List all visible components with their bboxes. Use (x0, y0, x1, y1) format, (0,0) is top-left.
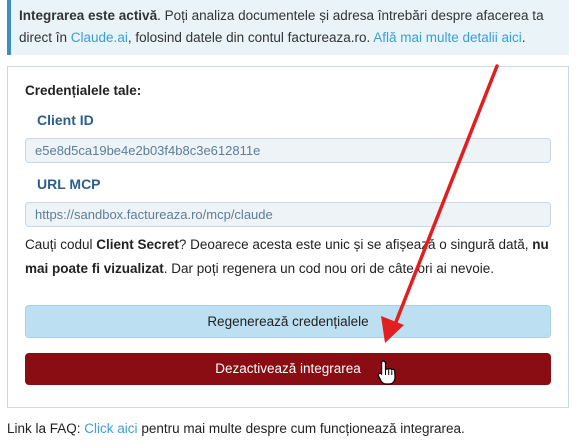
details-link[interactable]: Află mai multe detalii aici (373, 30, 522, 45)
integration-status-banner: Integrarea este activă. Poți analiza doc… (7, 0, 569, 55)
faq-line: Link la FAQ: Click aici pentru mai multe… (7, 421, 465, 436)
intro-text-3: . (521, 30, 526, 45)
notice-bold-1: Client Secret (96, 237, 179, 252)
claude-link[interactable]: Claude.ai (71, 30, 128, 45)
notice-text-2: ? Deoarece acesta este unic și se afișea… (178, 237, 533, 252)
notice-text-3: . Dar poți regenera un cod nou ori de câ… (163, 261, 494, 276)
client-secret-notice: Cauți codul Client Secret? Deoarece aces… (25, 233, 560, 281)
credentials-title: Credențialele tale: (25, 83, 142, 98)
credentials-panel: Credențialele tale: Client ID e5e8d5ca19… (7, 66, 569, 408)
intro-text-2: , folosind datele din contul factureaza.… (127, 30, 374, 45)
faq-text-1: Link la FAQ: (7, 421, 85, 436)
faq-link[interactable]: Click aici (84, 421, 137, 436)
notice-text-1: Cauți codul (25, 237, 97, 252)
client-id-label: Client ID (37, 112, 94, 128)
client-id-field[interactable]: e5e8d5ca19be4e2b03f4b8c3e612811e (25, 138, 551, 163)
status-bold: Integrarea este activă (19, 8, 158, 23)
mcp-url-field[interactable]: https://sandbox.factureaza.ro/mcp/claude (25, 202, 551, 227)
regenerate-credentials-button[interactable]: Regenerează credențialele (25, 305, 551, 338)
deactivate-integration-button[interactable]: Dezactivează integrarea (25, 353, 551, 385)
mcp-url-label: URL MCP (37, 176, 101, 192)
faq-text-2: pentru mai multe despre cum funcționează… (137, 421, 465, 436)
